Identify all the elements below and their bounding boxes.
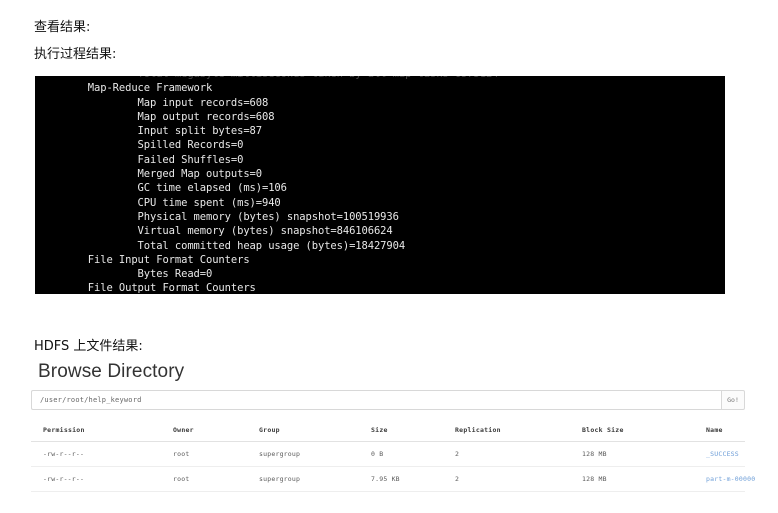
column-header-group[interactable]: Group — [247, 421, 359, 442]
terminal-line: Merged Map outputs=0 — [38, 168, 263, 181]
terminal-line: File Input Format Counters — [38, 253, 250, 266]
terminal-output-panel: Total megabyte-milliseconds taken by all… — [35, 76, 725, 294]
browse-directory-panel: Browse Directory Go! Permission Owner Gr… — [0, 361, 778, 492]
cell-size: 0 B — [359, 441, 443, 467]
column-header-name[interactable]: Name — [694, 421, 745, 442]
cell-replication: 2 — [443, 441, 570, 467]
heading-process-result: 执行过程结果: — [34, 47, 117, 62]
table-row: -rw-r--r-- root supergroup 7.95 KB 2 128… — [31, 466, 755, 492]
terminal-line: Map output records=608 — [38, 110, 275, 123]
terminal-line: Spilled Records=0 — [38, 139, 244, 152]
heading-view-result: 查看结果: — [34, 20, 91, 35]
cell-block-size: 128 MB — [570, 466, 694, 492]
terminal-line: GC time elapsed (ms)=106 — [38, 182, 287, 195]
cell-owner: root — [161, 441, 247, 467]
terminal-line: File Output Format Counters — [38, 282, 256, 294]
go-button[interactable]: Go! — [721, 390, 745, 410]
terminal-line: Virtual memory (bytes) snapshot=84610662… — [38, 225, 393, 238]
cell-permission: -rw-r--r-- — [31, 441, 161, 467]
cell-name: part-m-00000 — [694, 466, 755, 492]
path-bar: Go! — [31, 390, 745, 410]
cell-replication: 2 — [443, 466, 570, 492]
file-link[interactable]: _SUCCESS — [706, 450, 739, 458]
cell-group: supergroup — [247, 466, 359, 492]
directory-path-input[interactable] — [31, 390, 721, 410]
cell-block-size: 128 MB — [570, 441, 694, 467]
cell-size: 7.95 KB — [359, 466, 443, 492]
heading-hdfs-result: HDFS 上文件结果: — [34, 339, 143, 354]
terminal-line: Bytes Read=0 — [38, 268, 213, 281]
terminal-line: Failed Shuffles=0 — [38, 153, 244, 166]
column-header-replication[interactable]: Replication — [443, 421, 570, 442]
file-link[interactable]: part-m-00000 — [706, 475, 755, 483]
column-header-permission[interactable]: Permission — [31, 421, 161, 442]
table-header-row: Permission Owner Group Size Replication … — [31, 421, 745, 442]
cell-owner: root — [161, 466, 247, 492]
page-title: Browse Directory — [38, 361, 185, 382]
column-header-size[interactable]: Size — [359, 421, 443, 442]
terminal-line: Input split bytes=87 — [38, 125, 263, 138]
cell-permission: -rw-r--r-- — [31, 466, 161, 492]
cell-name: _SUCCESS — [694, 441, 745, 467]
file-listing-table: Permission Owner Group Size Replication … — [31, 421, 755, 492]
terminal-lines: Total megabyte-milliseconds taken by all… — [35, 76, 725, 294]
terminal-line: Map-Reduce Framework — [38, 82, 213, 95]
terminal-line: CPU time spent (ms)=940 — [38, 196, 281, 209]
column-header-block-size[interactable]: Block Size — [570, 421, 694, 442]
terminal-line: Map input records=608 — [38, 96, 269, 109]
terminal-line: Physical memory (bytes) snapshot=1005199… — [38, 210, 399, 223]
cell-group: supergroup — [247, 441, 359, 467]
terminal-line: Total committed heap usage (bytes)=18427… — [38, 239, 406, 252]
table-row: -rw-r--r-- root supergroup 0 B 2 128 MB … — [31, 441, 745, 467]
column-header-owner[interactable]: Owner — [161, 421, 247, 442]
